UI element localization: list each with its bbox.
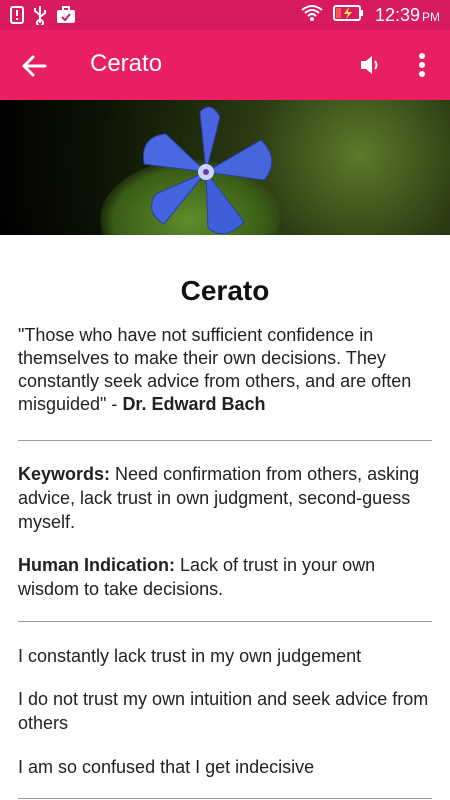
arrow-back-icon [18, 55, 50, 86]
volume-icon [358, 56, 384, 82]
notification-icon [10, 6, 24, 29]
quote-author: Dr. Edward Bach [122, 394, 266, 414]
app-title: Cerato [90, 50, 163, 77]
statement-item: I do not trust my own intuition and seek… [18, 689, 429, 733]
ampm-text: PM [422, 10, 440, 24]
wifi-icon [301, 4, 323, 27]
app-bar: Cerato [0, 30, 450, 100]
flower-title: Cerato [180, 275, 270, 306]
more-vert-icon [412, 53, 432, 84]
statement-item: I constantly lack trust in my own judgem… [18, 646, 362, 666]
keywords-paragraph: Keywords: Need confirmation from others,… [18, 462, 432, 534]
status-time: 12:39 PM [375, 5, 440, 26]
divider [18, 621, 432, 622]
volume-button[interactable] [358, 52, 384, 78]
divider [18, 440, 432, 441]
quote-text: "Those who have not sufficient confidenc… [18, 324, 432, 416]
indication-paragraph: Human Indication: Lack of trust in your … [18, 553, 432, 601]
time-text: 12:39 [374, 5, 420, 25]
back-button[interactable] [18, 50, 50, 82]
divider [18, 798, 432, 799]
statement-item: I am so confused that I get indecisive [18, 757, 315, 777]
battery-charging-icon [332, 4, 365, 27]
indication-label: Human Indication: [18, 555, 175, 575]
usb-icon [32, 5, 48, 30]
flower-image [142, 106, 273, 235]
status-bar: 12:39 PM [0, 0, 450, 30]
briefcase-icon [56, 6, 76, 29]
hero-image [0, 100, 450, 235]
more-options-button[interactable] [412, 50, 432, 80]
keywords-label: Keywords: [18, 464, 111, 484]
